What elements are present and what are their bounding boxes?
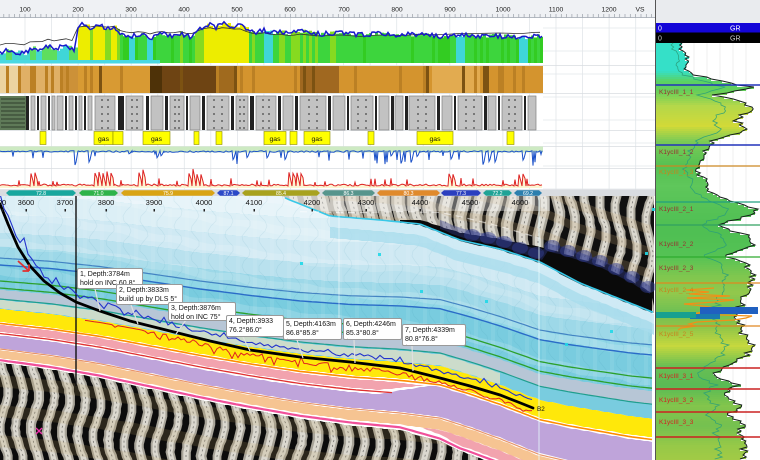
svg-text:4300: 4300 [358, 198, 375, 207]
svg-text:3700: 3700 [57, 198, 74, 207]
svg-text:86.3: 86.3 [343, 191, 353, 196]
svg-text:4100: 4100 [246, 198, 263, 207]
svg-text:600: 600 [284, 7, 296, 14]
svg-text:1100: 1100 [549, 7, 564, 14]
svg-text:gas: gas [430, 136, 442, 143]
svg-text:4600: 4600 [512, 198, 529, 207]
svg-text:0: 0 [658, 26, 662, 33]
svg-text:800: 800 [391, 7, 403, 14]
svg-text:B2: B2 [537, 406, 545, 413]
svg-text:75.9: 75.9 [163, 191, 173, 196]
svg-text:K1ycIII_3_2: K1ycIII_3_2 [659, 397, 694, 404]
svg-text:72.2: 72.2 [492, 191, 502, 196]
svg-text:900: 900 [444, 7, 456, 14]
svg-text:00: 00 [0, 198, 6, 207]
svg-text:K1ycIII_3_1: K1ycIII_3_1 [659, 373, 694, 380]
svg-text:K1ycIII_3_3: K1ycIII_3_3 [659, 419, 694, 426]
svg-text:K1ycIII_1_1: K1ycIII_1_1 [659, 89, 694, 96]
svg-text:gas: gas [98, 136, 110, 143]
svg-text:K1ycIII_2_3: K1ycIII_2_3 [659, 265, 694, 272]
svg-text:K1ycIII_2_2: K1ycIII_2_2 [659, 241, 694, 248]
svg-text:400: 400 [178, 7, 190, 14]
svg-text:4500: 4500 [462, 198, 479, 207]
svg-text:K1ycIII_2_1: K1ycIII_2_1 [659, 206, 694, 213]
svg-text:87.1: 87.1 [223, 191, 233, 196]
svg-text:GR: GR [730, 36, 741, 43]
svg-text:3900: 3900 [146, 198, 163, 207]
svg-text:500: 500 [231, 7, 243, 14]
svg-text:K1ycIII_2_4: K1ycIII_2_4 [659, 287, 694, 294]
svg-text:85.4: 85.4 [276, 191, 286, 196]
svg-text:gas: gas [151, 136, 163, 143]
svg-text:3800: 3800 [98, 198, 115, 207]
svg-text:gas: gas [270, 136, 282, 143]
svg-text:VS: VS [635, 7, 645, 14]
svg-text:gas: gas [312, 136, 324, 143]
svg-text:80.3: 80.3 [403, 191, 413, 196]
svg-text:1200: 1200 [601, 7, 616, 14]
svg-text:77.3: 77.3 [456, 191, 466, 196]
svg-text:100: 100 [19, 7, 31, 14]
svg-text:1000: 1000 [495, 7, 510, 14]
svg-text:69.2: 69.2 [523, 191, 533, 196]
svg-text:4000: 4000 [196, 198, 213, 207]
svg-text:700: 700 [338, 7, 350, 14]
svg-text:3600: 3600 [18, 198, 35, 207]
svg-text:K1ycIII_2_5: K1ycIII_2_5 [659, 331, 694, 338]
svg-text:4200: 4200 [304, 198, 321, 207]
svg-text:GR: GR [730, 26, 741, 33]
svg-text:72.8: 72.8 [36, 191, 46, 196]
svg-text:200: 200 [72, 7, 84, 14]
svg-text:71.0: 71.0 [93, 191, 103, 196]
svg-text:0: 0 [658, 36, 662, 43]
svg-text:K1ycIII_1_3: K1ycIII_1_3 [659, 169, 694, 176]
svg-text:4400: 4400 [412, 198, 429, 207]
svg-text:300: 300 [125, 7, 137, 14]
svg-text:K1ycIII_1_2: K1ycIII_1_2 [659, 149, 694, 156]
